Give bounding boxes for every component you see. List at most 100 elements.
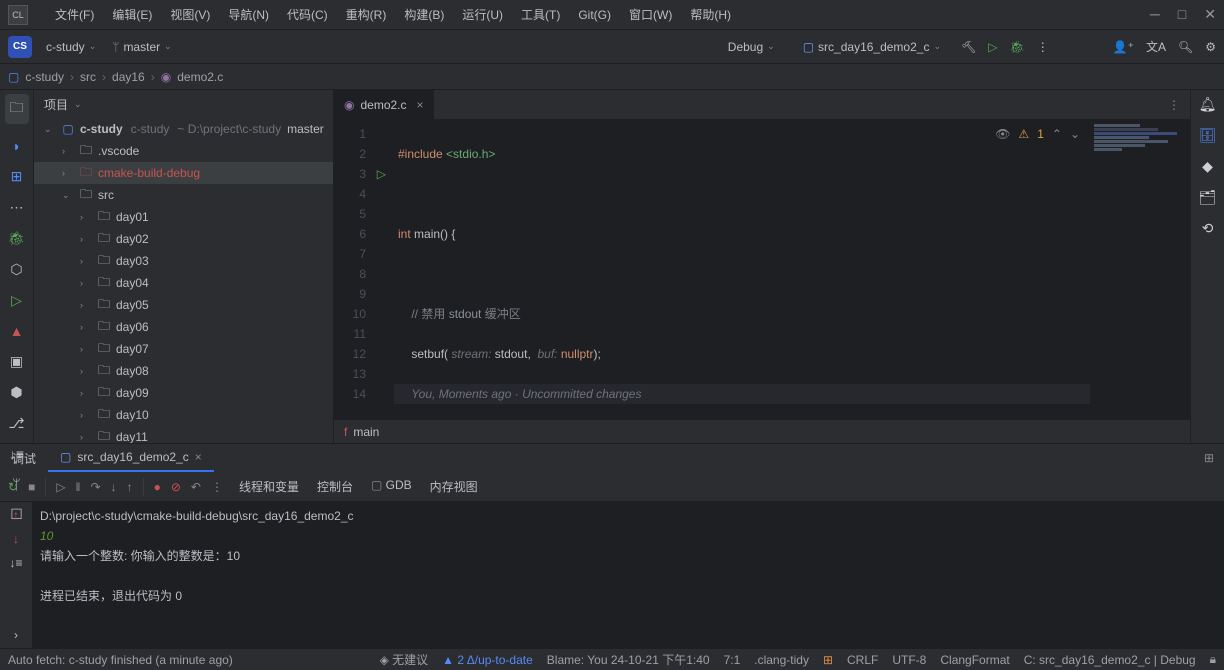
project-chip[interactable]: CS [8, 36, 32, 58]
bookmark-icon[interactable]: 🗂 [1199, 189, 1217, 206]
debug-tab[interactable]: 调试 [0, 444, 48, 472]
menu-window[interactable]: 窗口(W) [620, 6, 681, 23]
tree-folder[interactable]: ›🗀cmake-build-debug [34, 162, 333, 184]
close-tab-icon[interactable]: × [417, 98, 424, 112]
wrap-icon[interactable]: ↓≡ [9, 556, 22, 570]
ai-icon[interactable]: ◆ [1202, 158, 1213, 175]
cursor-pos[interactable]: 7:1 [724, 653, 741, 667]
threads-subtab[interactable]: 线程和变量 [239, 478, 299, 495]
menu-navigate[interactable]: 导航(N) [219, 6, 278, 23]
tree-folder[interactable]: ›🗀day08 [34, 360, 333, 382]
search-icon[interactable]: 🔍︎ [1178, 40, 1193, 54]
build-icon[interactable]: 🔨︎ [961, 40, 976, 54]
run-gutter-icon[interactable]: ▷ [374, 164, 386, 184]
resume-icon[interactable]: ▷ [56, 480, 65, 494]
stop-icon[interactable]: ■ [28, 480, 35, 494]
memory-subtab[interactable]: 内存视图 [430, 478, 478, 495]
suggestions-status[interactable]: ◈ 无建议 [380, 651, 429, 668]
minimap[interactable] [1090, 120, 1190, 419]
notifications-icon[interactable]: 🔔︎ [1199, 96, 1217, 113]
step-over-icon[interactable]: ↷ [91, 480, 101, 494]
blame-status[interactable]: Blame: You 24-10-21 下午1:40 [547, 651, 710, 668]
run-target-dropdown[interactable]: ▢src_day16_demo2_c⌄ [795, 37, 949, 57]
project-panel-header[interactable]: 项目⌄ [34, 90, 333, 118]
code-area[interactable]: #include <stdio.h> int main() { // 禁用 st… [394, 120, 1090, 419]
tree-folder[interactable]: ⌄🗀src [34, 184, 333, 206]
play-side-icon[interactable]: ▷ [11, 292, 22, 309]
editor-bottom-breadcrumb[interactable]: f main [334, 419, 1190, 443]
console-subtab[interactable]: 控制台 [317, 478, 353, 495]
console-output[interactable]: D:\project\c-study\cmake-build-debug\src… [32, 502, 1224, 648]
editor-tab[interactable]: ◉ demo2.c × [334, 90, 434, 120]
services2-icon[interactable]: ⬢ [10, 384, 22, 401]
commit-tool-icon[interactable]: ◗ [12, 138, 20, 154]
collab-icon[interactable]: 👤⁺ [1113, 40, 1134, 54]
clipboard-icon[interactable]: ⟲ [1202, 220, 1214, 237]
structure-tool-icon[interactable]: ⊞ [11, 168, 23, 185]
formatter[interactable]: ClangFormat [940, 653, 1009, 667]
git-icon[interactable]: ⎇ [8, 415, 24, 432]
menu-build[interactable]: 构建(B) [395, 6, 453, 23]
encoding[interactable]: UTF-8 [892, 653, 926, 667]
settings-icon[interactable]: ⚙ [1205, 40, 1216, 54]
run-side-icon[interactable]: 🐞︎ [8, 230, 26, 247]
minimize-button[interactable]: ─ [1150, 6, 1160, 23]
context[interactable]: C: src_day16_demo2_c | Debug [1024, 653, 1196, 667]
tidy-status[interactable]: .clang-tidy [754, 653, 809, 667]
breadcrumb-item[interactable]: demo2.c [177, 70, 223, 84]
tree-folder[interactable]: ›🗀day01 [34, 206, 333, 228]
warning-icon[interactable]: ⚠ [1018, 124, 1029, 144]
project-tool-icon[interactable]: 🗀 [5, 94, 29, 124]
breadcrumb-item[interactable]: c-study [25, 70, 64, 84]
problems-icon[interactable]: ▲ [10, 323, 24, 339]
gdb-subtab[interactable]: ▢ GDB [371, 478, 412, 495]
tree-folder[interactable]: ›🗀day09 [34, 382, 333, 404]
mute-bp-icon[interactable]: ⊘ [171, 480, 181, 494]
step-out-icon[interactable]: ↑ [127, 480, 133, 494]
pause-icon[interactable]: ‖ [76, 480, 81, 494]
tree-folder[interactable]: ›🗀day05 [34, 294, 333, 316]
menu-edit[interactable]: 编辑(E) [103, 6, 161, 23]
git-status[interactable]: ▲ 2 Δ/up-to-date [442, 653, 533, 667]
menu-view[interactable]: 视图(V) [161, 6, 219, 23]
layout-icon[interactable]: ⊞ [1204, 451, 1224, 465]
menu-run[interactable]: 运行(U) [453, 6, 512, 23]
lock-icon[interactable]: 🔒︎ [1210, 652, 1216, 667]
menu-code[interactable]: 代码(C) [278, 6, 337, 23]
menu-file[interactable]: 文件(F) [46, 6, 103, 23]
rerun-icon[interactable]: ↻ [8, 480, 18, 494]
close-icon[interactable]: × [195, 450, 202, 464]
tree-folder[interactable]: ›🗀.vscode [34, 140, 333, 162]
breadcrumb-item[interactable]: day16 [112, 70, 145, 84]
run-icon[interactable]: ▷ [988, 40, 997, 54]
down-arrow-icon[interactable]: ↓ [13, 532, 19, 546]
translate-icon[interactable]: 文A [1146, 38, 1166, 55]
tree-folder[interactable]: ›🗀day04 [34, 272, 333, 294]
up-arrow-icon[interactable]: ↑ [13, 508, 19, 522]
close-button[interactable]: ✕ [1204, 6, 1216, 23]
step-into-icon[interactable]: ↓ [111, 480, 117, 494]
undo-icon[interactable]: ↶ [191, 480, 201, 494]
debug-icon[interactable]: 🐞︎ [1009, 40, 1024, 54]
tree-folder[interactable]: ›🗀day02 [34, 228, 333, 250]
terminal-icon[interactable]: ▣ [10, 353, 23, 370]
more-tool-icon[interactable]: ⋯ [10, 199, 24, 216]
more-debug-icon[interactable]: ⋮ [211, 480, 223, 494]
services-icon[interactable]: ⬡ [10, 261, 22, 278]
menu-help[interactable]: 帮助(H) [681, 6, 740, 23]
menu-git[interactable]: Git(G) [569, 8, 620, 22]
tree-root[interactable]: ⌄▢ c-study c-study ~ D:\project\c-study … [34, 118, 333, 140]
config-dropdown[interactable]: Debug⌄ [720, 37, 783, 57]
reader-mode-icon[interactable]: 👁 [995, 124, 1010, 144]
expand-panel-icon[interactable]: › [14, 628, 18, 648]
breakpoints-icon[interactable]: ● [154, 480, 161, 494]
next-highlight-icon[interactable]: ⌄ [1070, 124, 1080, 144]
project-dropdown[interactable]: c-study⌄ [38, 37, 104, 57]
tree-folder[interactable]: ›🗀day10 [34, 404, 333, 426]
tab-more-icon[interactable]: ⋮ [1168, 98, 1190, 112]
tree-folder[interactable]: ›🗀day07 [34, 338, 333, 360]
run-config-tab[interactable]: ▢ src_day16_demo2_c × [48, 444, 214, 472]
branch-dropdown[interactable]: ᛘmaster⌄ [104, 37, 179, 57]
breadcrumb-item[interactable]: src [80, 70, 96, 84]
prev-highlight-icon[interactable]: ⌃ [1052, 124, 1062, 144]
